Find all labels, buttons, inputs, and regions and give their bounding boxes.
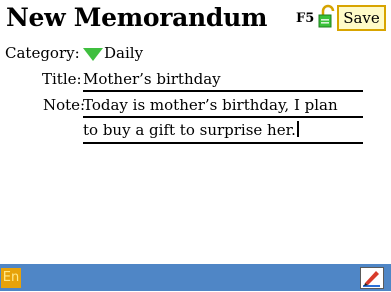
bottom-toolbar: En — [0, 264, 391, 291]
note-text: Today is mother’s birthday, I plan — [83, 96, 338, 114]
shortcut-label: F5 — [296, 11, 315, 26]
title-label: Title: — [42, 70, 82, 88]
category-label: Category: — [5, 44, 80, 62]
dropdown-arrow-icon[interactable] — [83, 48, 103, 62]
note-underline — [83, 116, 363, 118]
save-button[interactable]: Save — [337, 5, 386, 31]
note-field-line[interactable]: Today is mother’s birthday, I plan — [83, 95, 338, 115]
header: New Memorandum F5 Save — [0, 0, 391, 38]
page-title: New Memorandum — [6, 3, 268, 32]
input-method-button[interactable]: En — [1, 268, 21, 288]
title-field[interactable]: Mother’s birthday — [83, 69, 221, 89]
category-select[interactable]: Daily — [104, 43, 143, 63]
pen-edit-icon[interactable] — [360, 267, 384, 289]
note-label: Note: — [43, 96, 86, 114]
lock-icon[interactable] — [318, 4, 336, 28]
note-text: to buy a gift to surprise her. — [83, 121, 296, 139]
note-field-line[interactable]: to buy a gift to surprise her. — [83, 120, 299, 140]
note-underline — [83, 142, 363, 144]
text-cursor — [296, 121, 299, 137]
title-underline — [83, 90, 363, 92]
